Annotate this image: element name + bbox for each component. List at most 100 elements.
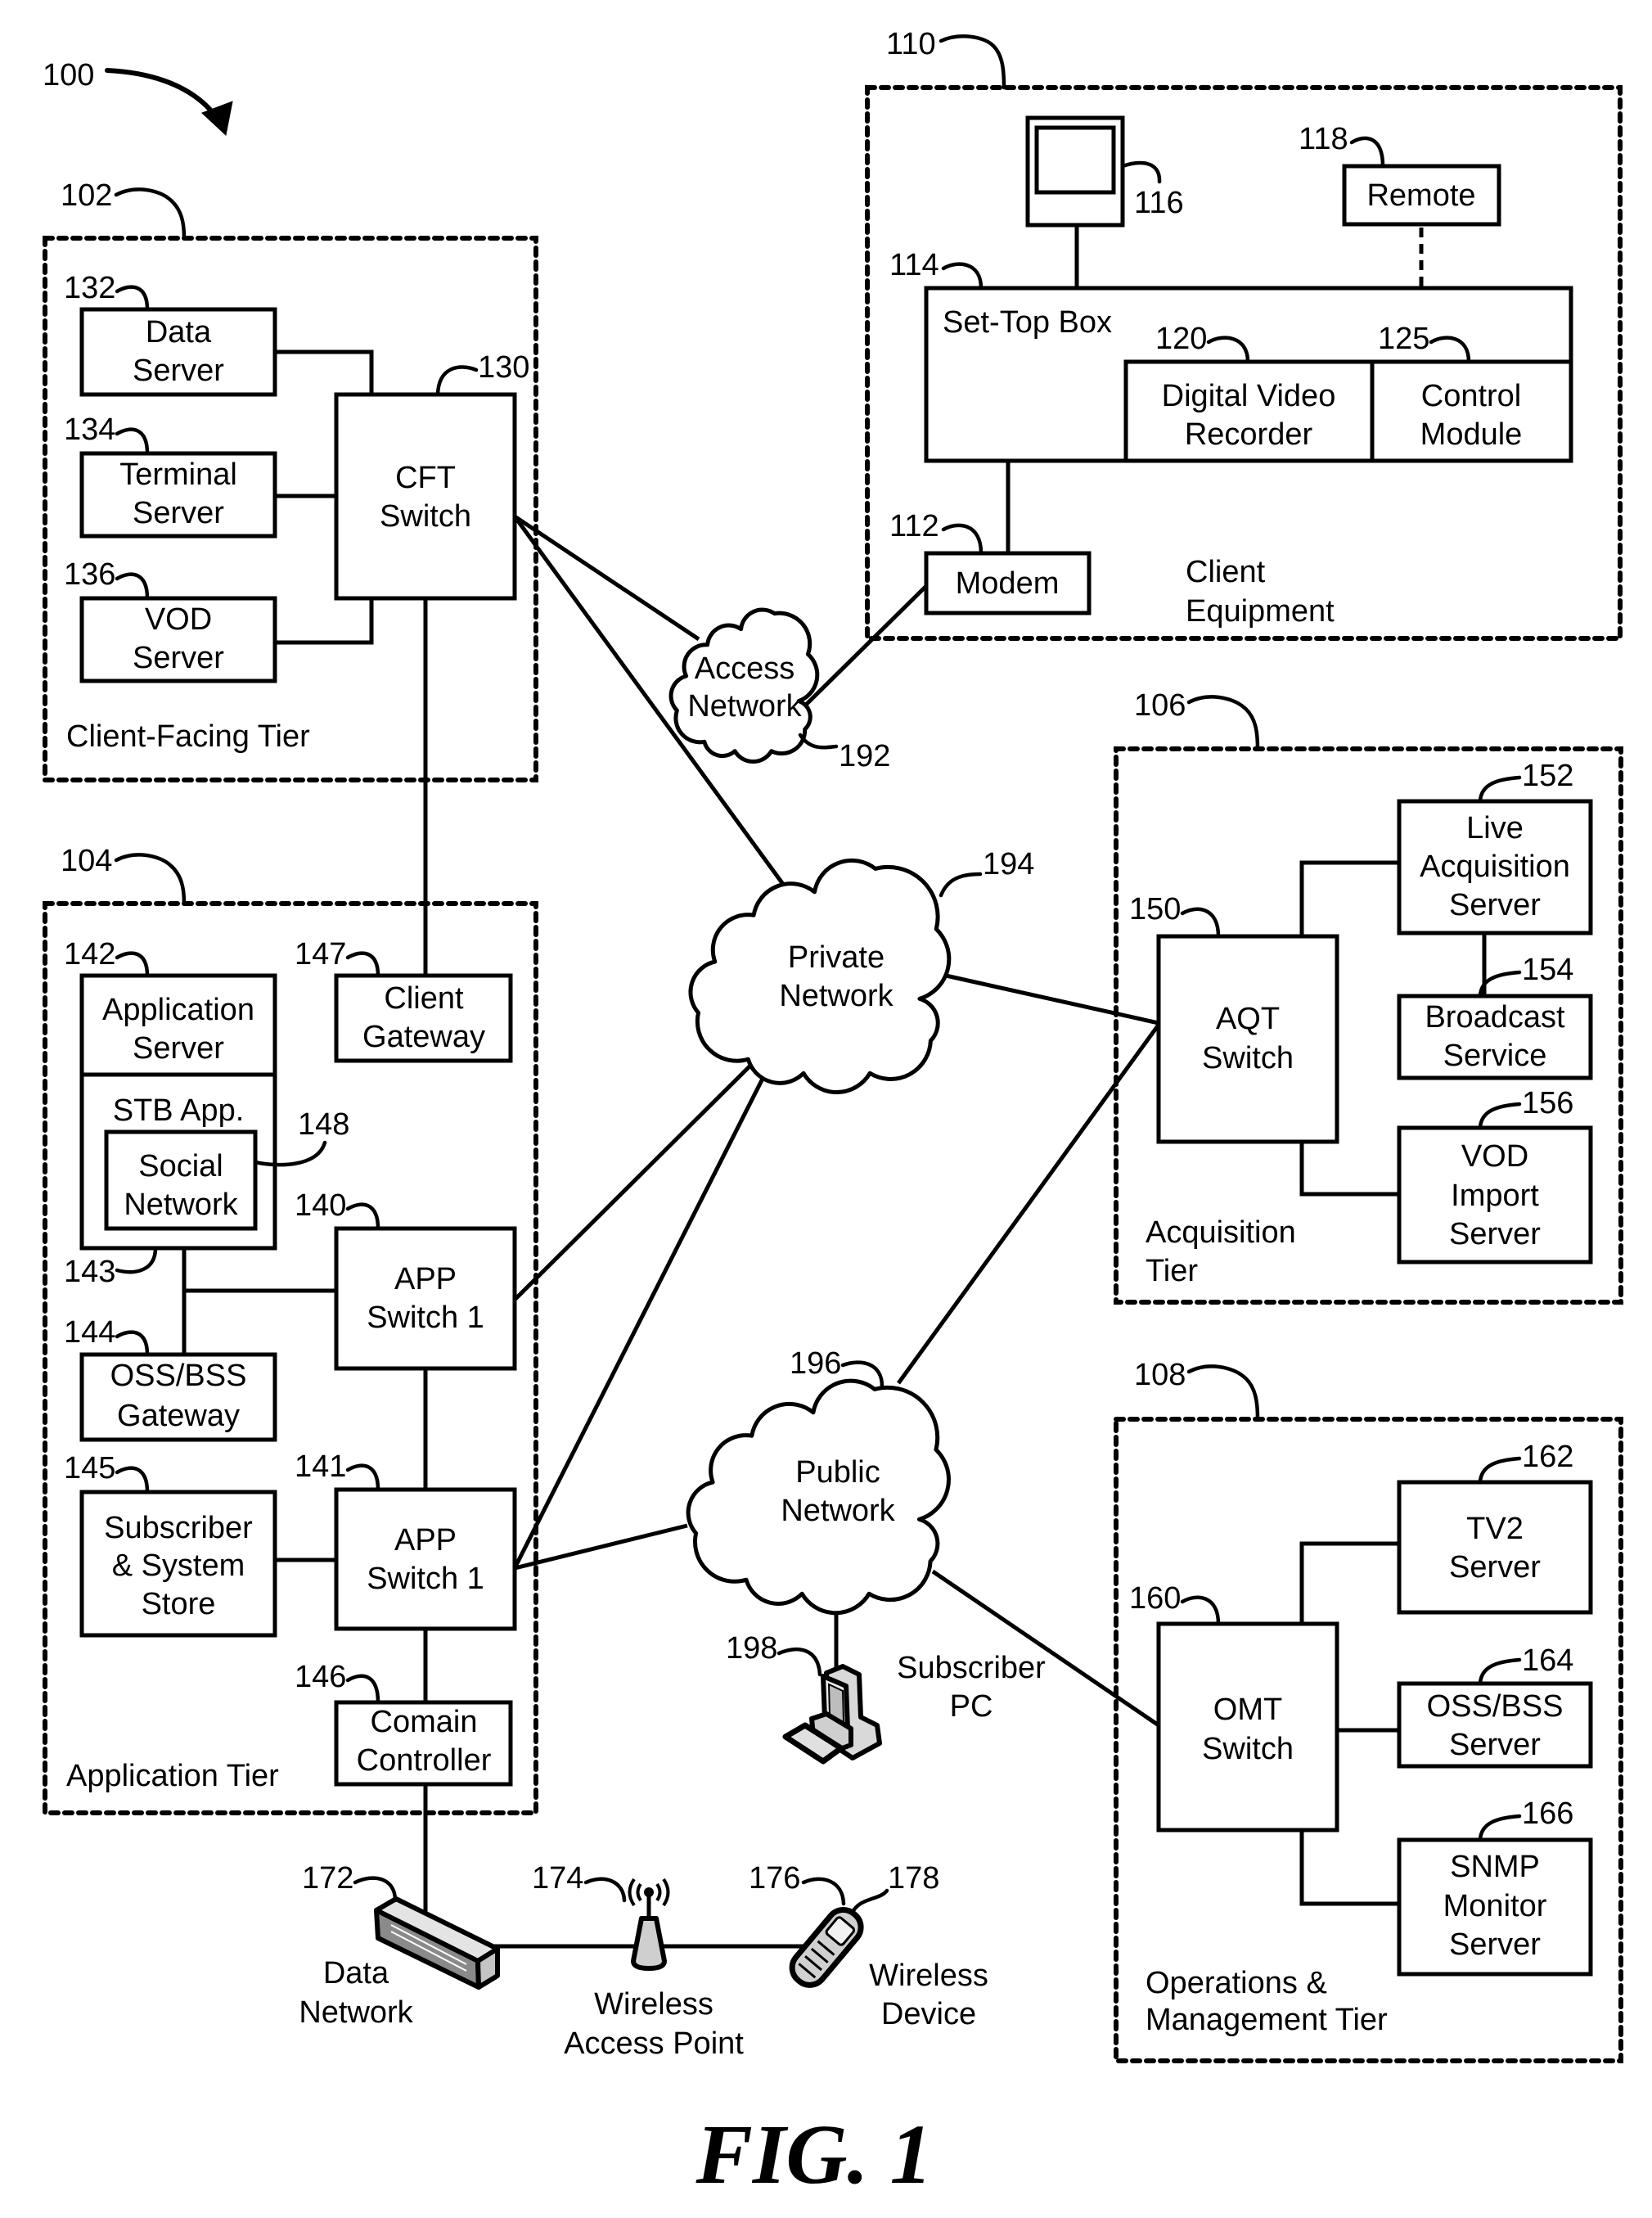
wireless-access-point[interactable]: 174 Wireless Access Point [532,1861,744,2061]
node-label-line-1: APP [394,1523,457,1558]
node-label-line-1: Digital Video [1162,379,1336,413]
node-ref-label: 142 [64,937,115,972]
private-network[interactable]: Private Network 194 [688,847,1034,1095]
terminal-server[interactable]: Terminal Server 134 [64,412,277,539]
broadcast-service[interactable]: Broadcast Service 154 [1397,953,1593,1080]
tier-label: Client-Facing Tier [66,719,310,754]
node-box [334,1487,517,1631]
leader-line [115,1330,150,1357]
leader-line [115,951,150,978]
public-network[interactable]: Public Network 196 [686,1346,951,1616]
node-ref-label: 125 [1378,322,1429,356]
tier-ref-label: 102 [61,178,112,213]
node-label-line-1: Comain [371,1705,478,1739]
vod-server[interactable]: VOD Server 136 [64,557,277,683]
node-label-line-2: Switch [1202,1732,1294,1766]
network-label-line-1: Access [695,651,794,686]
node-ref-label: 120 [1155,322,1207,356]
client-gateway[interactable]: Client Gateway 147 [295,937,513,1063]
node-ref-label: 114 [889,248,939,282]
leader-line [1478,1814,1522,1842]
oss-bss-server[interactable]: OSS/BSS Server 164 [1397,1643,1593,1769]
figure-ref-label: 100 [43,58,94,92]
live-acquisition-server[interactable]: Live Acquisition Server 152 [1397,759,1593,935]
node-label-line-2: Server [133,1031,224,1066]
node-label: Modem [956,566,1060,601]
aqt-switch[interactable]: AQT Switch 150 [1129,892,1339,1144]
node-label-line-1: Subscriber [104,1511,253,1545]
leader-line [1120,160,1162,184]
leader-line [1349,136,1385,169]
node-label-line-1: VOD [1461,1139,1528,1174]
node-label-line-2: Switch 1 [367,1301,484,1335]
set-top-box[interactable]: Set-Top Box 114 Digital Video Recorder 1… [889,248,1573,463]
tier-ref-label: 104 [61,844,112,878]
leader-line [1186,695,1260,751]
leader-line [1186,1364,1260,1422]
network-label-line-1: Private [788,940,885,975]
network-ref-label: 194 [983,847,1034,881]
antenna-ref-label: 178 [888,1861,939,1896]
node-label-line-1: Client [384,981,464,1016]
device-label-line-1: Subscriber [897,1651,1046,1685]
domain-controller[interactable]: Comain Controller 146 [295,1660,513,1787]
oss-bss-gateway[interactable]: OSS/BSS Gateway 144 [64,1315,277,1442]
node-label-line-1: Social [138,1149,223,1183]
device-label-line-1: Wireless [869,1959,988,1993]
leader-line [115,427,150,456]
app-switch-140[interactable]: APP Switch 1 140 [295,1188,517,1371]
data-server[interactable]: Data Server 132 [64,271,277,397]
node-label-line-2: Switch [1202,1041,1294,1075]
node-ref-label: 132 [64,271,115,305]
leader-line [1180,907,1221,939]
node-ref-label: 160 [1129,1581,1181,1616]
access-network[interactable]: Access Network 192 [668,607,890,773]
wire-data-server-cft [275,349,374,394]
node-label: Remote [1366,178,1475,213]
app-switch-141[interactable]: APP Switch 1 141 [295,1449,517,1631]
television[interactable]: 116 [1025,115,1184,228]
vod-import-server[interactable]: VOD Import Server 156 [1397,1086,1593,1265]
node-ref-label: 198 [726,1631,777,1666]
tier-label-line-1: Client [1186,555,1266,589]
leader-line [1180,1595,1221,1626]
node-label-line-2: Monitor [1443,1889,1547,1923]
network-ref-label: 196 [790,1346,841,1381]
application-server[interactable]: Application Server 142 STB App. 143 Soci… [64,937,349,1289]
leader-line [345,1202,380,1231]
tier-label-line-2: Tier [1146,1254,1198,1288]
wire-omt-tv2 [1299,1541,1399,1624]
subscriber-pc[interactable]: 198 Subscriber PC [726,1631,1046,1765]
node-ref-label: 136 [64,557,115,592]
device-label-line-1: Data [323,1956,389,1990]
node-label-line-1: SNMP [1450,1850,1540,1884]
node-box [334,392,517,601]
node-label-line-1: Broadcast [1425,1000,1565,1035]
omt-switch[interactable]: OMT Switch 160 [1129,1581,1339,1833]
node-ref-label: 118 [1299,122,1348,156]
node-label-line-1: OMT [1213,1693,1282,1727]
leader-line [1478,1657,1522,1686]
data-network[interactable]: 172 Data Network [299,1861,500,2030]
snmp-monitor-server[interactable]: SNMP Monitor Server 166 [1397,1796,1593,1977]
wire-aqt-live-acquisition [1299,860,1399,936]
node-ref-label: 144 [64,1315,115,1350]
node-ref-label: 145 [64,1451,115,1485]
cft-switch[interactable]: CFT Switch 130 [334,350,529,601]
node-ref-label: 154 [1522,953,1573,987]
remote[interactable]: Remote 118 [1299,122,1501,227]
node-box [334,1226,517,1371]
modem[interactable]: Modem 112 [889,509,1092,615]
tv2-server[interactable]: TV2 Server 162 [1397,1440,1593,1615]
subscriber-system-store[interactable]: Subscriber & System Store 145 [64,1451,277,1638]
node-ref-label: 148 [298,1107,349,1142]
network-label-line-2: Network [781,1494,895,1528]
leader-line [345,1463,380,1492]
wire-omt-snmp [1299,1830,1399,1906]
node-ref-label: 141 [295,1449,346,1484]
network-switch-icon [374,1896,500,1990]
wire-aqt-vod-import [1299,1142,1399,1197]
wire-app-switch-141-public [514,1523,688,1571]
node-label-line-2: Network [124,1188,238,1222]
tv-screen-icon [1034,125,1116,195]
